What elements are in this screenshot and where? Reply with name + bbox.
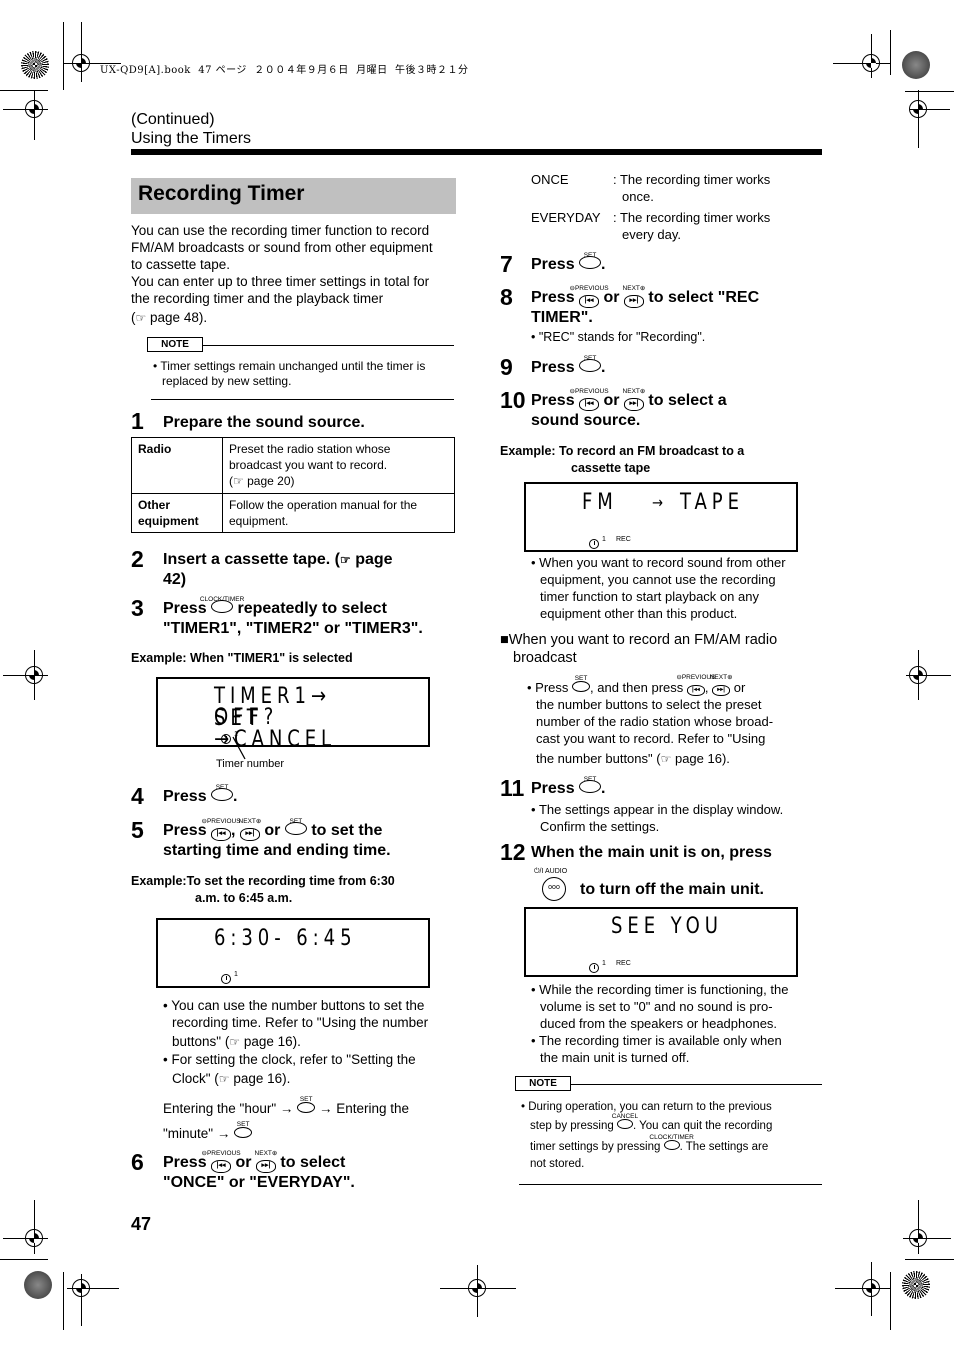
previous-button-icon: ⊖PREVIOUS |◂◂ bbox=[570, 388, 609, 411]
reference-hand-icon: ☞ bbox=[218, 1072, 230, 1086]
set-button-icon: SET bbox=[579, 355, 602, 378]
clock-icon bbox=[589, 963, 599, 973]
mode-list: ONCE: The recording timer works once. EVE… bbox=[531, 172, 771, 242]
step-text: Prepare the sound source. bbox=[163, 414, 365, 431]
note-text: • Timer settings remain unchanged until … bbox=[153, 359, 426, 388]
step-number: 1 bbox=[131, 408, 144, 434]
radio-instructions: • Press SET, and then press ⊖PREVIOUS |◂◂… bbox=[527, 674, 774, 766]
square-bullet-icon: ■ bbox=[500, 632, 509, 648]
step-number: 6 bbox=[131, 1149, 144, 1175]
callout-label: Timer number bbox=[216, 758, 285, 770]
next-button-icon: NEXT⊕ ▸▸| bbox=[623, 388, 645, 411]
breadcrumb-continued: (Continued) bbox=[131, 111, 215, 128]
page-reference: page 48). bbox=[150, 310, 208, 325]
reference-hand-icon: ☞ bbox=[135, 311, 147, 325]
print-header: UX-QD9[A].book 47 ページ ２００４年９月６日 月曜日 午後３時… bbox=[100, 65, 469, 76]
clock-timer-button-icon: CLOCK/TIMER bbox=[200, 596, 244, 619]
reference-hand-icon: ☞ bbox=[233, 474, 244, 488]
step-number: 12 bbox=[500, 839, 526, 865]
note-text: • During operation, you can return to th… bbox=[521, 1101, 773, 1170]
lcd-display: TIMER1→ SET OFF?→CANCEL 1 bbox=[156, 677, 430, 751]
step-text: to turn off the main unit. bbox=[580, 881, 764, 898]
breadcrumb-section: Using the Timers bbox=[131, 130, 252, 147]
set-button-icon: SET bbox=[572, 675, 591, 696]
tips-list: • You can use the number buttons to set … bbox=[163, 998, 429, 1142]
step-number: 2 bbox=[131, 546, 144, 572]
step-text: Press SET. bbox=[531, 252, 606, 275]
set-button-icon: SET bbox=[234, 1121, 253, 1142]
set-button-icon: SET bbox=[579, 776, 602, 799]
example-caption: Example:To set the recording time from 6… bbox=[131, 874, 395, 905]
color-bar-gray-icon bbox=[24, 1271, 52, 1299]
step-number: 11 bbox=[500, 775, 525, 801]
color-bar-star-icon bbox=[21, 51, 49, 79]
lcd-display: FM → TAPE 1 REC bbox=[524, 482, 798, 552]
step-note: • "REC" stands for "Recording". bbox=[531, 330, 706, 344]
note-list: • When you want to record sound from oth… bbox=[531, 555, 786, 621]
previous-button-icon: ⊖PREVIOUS |◂◂ bbox=[202, 1150, 241, 1173]
step-text: Press SET. bbox=[531, 355, 606, 378]
page-number: 47 bbox=[131, 1214, 152, 1234]
previous-button-icon: ⊖PREVIOUS |◂◂ bbox=[570, 285, 609, 308]
clock-icon bbox=[589, 539, 599, 549]
color-bar-gray-icon bbox=[902, 51, 930, 79]
callout-line bbox=[232, 736, 246, 760]
intro-text: You can use the recording timer function… bbox=[131, 223, 433, 325]
step-number: 5 bbox=[131, 817, 144, 843]
step-text: Press CLOCK/TIMER repeatedly to select "T… bbox=[163, 596, 423, 637]
table-row: Radio Preset the radio station whose bro… bbox=[131, 437, 455, 494]
audio-button-icon: ⏻/I AUDIO ooo bbox=[534, 868, 567, 901]
header-rule bbox=[131, 149, 822, 155]
registration-mark-icon bbox=[862, 54, 880, 72]
step-text: Press SET. bbox=[531, 776, 606, 799]
set-button-icon: SET bbox=[579, 252, 602, 275]
reference-hand-icon: ☞ bbox=[660, 752, 672, 766]
example-caption: Example: When "TIMER1" is selected bbox=[131, 651, 353, 665]
lcd-display: 6:30- 6:45 1 bbox=[156, 918, 430, 988]
clock-icon bbox=[221, 974, 231, 984]
cancel-button-icon: CANCEL bbox=[612, 1113, 638, 1137]
step-text: Insert a cassette tape. (☞ page 42) bbox=[163, 551, 393, 588]
color-bar-star-icon bbox=[902, 1271, 930, 1299]
step-note: • The settings appear in the display win… bbox=[531, 802, 784, 834]
step-number: 10 bbox=[500, 387, 526, 413]
reference-hand-icon: ☞ bbox=[339, 553, 351, 567]
clock-timer-button-icon: CLOCK/TIMER bbox=[649, 1134, 694, 1157]
step-number: 9 bbox=[500, 354, 513, 380]
set-button-icon: SET bbox=[297, 1096, 316, 1117]
section-title: Recording Timer bbox=[131, 178, 456, 214]
step-text: When the main unit is on, press bbox=[531, 844, 772, 861]
sound-source-table: Radio Preset the radio station whose bro… bbox=[131, 437, 455, 533]
previous-button-icon: ⊖PREVIOUS |◂◂ bbox=[202, 818, 241, 841]
breadcrumb: (Continued) Using the Timers bbox=[131, 110, 251, 148]
next-button-icon: NEXT⊕ ▸▸| bbox=[623, 285, 645, 308]
step-text: Press ⊖PREVIOUS |◂◂ or NEXT⊕ ▸▸| to select… bbox=[531, 285, 760, 326]
step-number: 8 bbox=[500, 284, 513, 310]
set-button-icon: SET bbox=[211, 784, 234, 807]
previous-button-icon: ⊖PREVIOUS |◂◂ bbox=[676, 674, 715, 696]
example-caption: Example: To record an FM broadcast to a … bbox=[500, 444, 745, 475]
step-text: Press SET. bbox=[163, 784, 238, 807]
step-text: Press ⊖PREVIOUS |◂◂ or NEXT⊕ ▸▸| to select… bbox=[163, 1150, 355, 1191]
step-number: 7 bbox=[500, 251, 513, 277]
lcd-display: SEE YOU 1 REC bbox=[524, 907, 798, 977]
reference-hand-icon: ☞ bbox=[229, 1035, 241, 1049]
next-button-icon: NEXT⊕ ▸▸| bbox=[239, 818, 261, 841]
note-label: NOTE bbox=[147, 337, 203, 352]
note-list: • While the recording timer is functioni… bbox=[531, 982, 789, 1065]
next-button-icon: NEXT⊕ ▸▸| bbox=[710, 674, 733, 696]
next-button-icon: NEXT⊕ ▸▸| bbox=[255, 1150, 277, 1173]
note-label: NOTE bbox=[515, 1076, 571, 1091]
step-text: Press ⊖PREVIOUS |◂◂, NEXT⊕ ▸▸| or SET to s… bbox=[163, 818, 391, 859]
step-number: 4 bbox=[131, 783, 144, 809]
step-text: Press ⊖PREVIOUS |◂◂ or NEXT⊕ ▸▸| to select… bbox=[531, 388, 727, 429]
table-row: Other equipment Follow the operation manu… bbox=[131, 493, 455, 533]
set-button-icon: SET bbox=[284, 818, 307, 841]
step-number: 3 bbox=[131, 595, 144, 621]
radio-subheading: ■When you want to record an FM/AM radio … bbox=[500, 632, 778, 666]
